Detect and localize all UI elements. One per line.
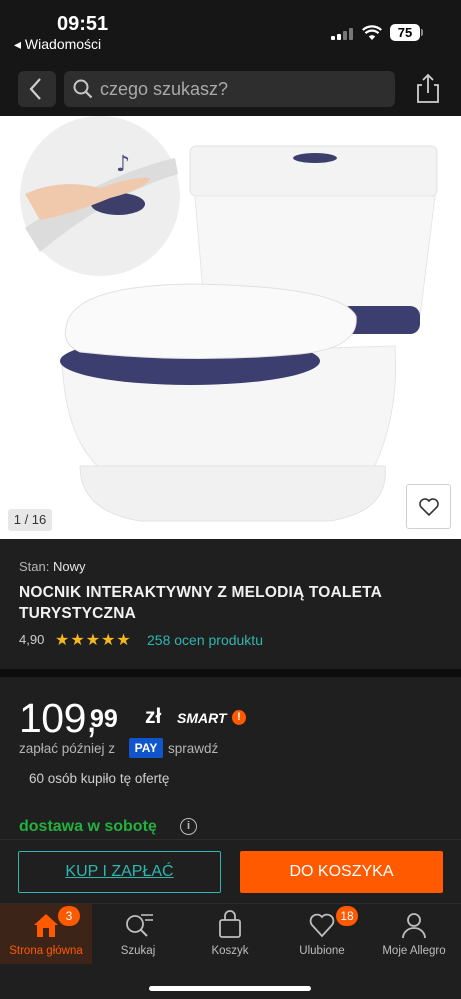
pay-later-text: zapłać później z xyxy=(19,741,116,756)
reviews-link[interactable]: 258 ocen produktu xyxy=(147,632,263,648)
signal-icon xyxy=(331,28,353,40)
battery-tip xyxy=(421,29,423,36)
product-title: NOCNIK INTERAKTYWNY Z MELODIĄ TOALETA TU… xyxy=(19,584,382,622)
condition-label: Stan: xyxy=(19,559,50,574)
tab-home-label: Strona główna xyxy=(9,945,83,957)
battery-indicator: 75 xyxy=(390,24,420,41)
product-image: ♪ xyxy=(20,116,438,522)
tab-account-label: Moje Allegro xyxy=(382,945,446,957)
price-currency: zł xyxy=(145,705,162,728)
tab-search-label: Szukaj xyxy=(120,945,156,957)
tab-search[interactable]: Szukaj xyxy=(92,904,184,964)
home-badge: 3 xyxy=(58,906,80,926)
share-button[interactable] xyxy=(410,70,446,108)
status-time: 09:51 xyxy=(57,13,109,35)
condition-value: Nowy xyxy=(52,559,86,574)
tab-favorites-label: Ulubione xyxy=(299,945,345,957)
back-button[interactable] xyxy=(18,71,56,107)
tab-home[interactable]: 3 Strona główna xyxy=(0,904,92,964)
add-to-cart-button[interactable]: DO KOSZYKA xyxy=(240,851,443,893)
back-to-app-link[interactable]: ◂ Wiadomości xyxy=(14,36,101,53)
section-divider xyxy=(0,669,461,677)
buy-now-button[interactable]: KUP I ZAPŁAĆ xyxy=(18,851,221,893)
delivery-text: dostawa w sobotę xyxy=(19,818,157,835)
tab-cart[interactable]: Koszyk xyxy=(184,904,276,964)
user-icon xyxy=(402,913,426,939)
search-icon xyxy=(73,79,93,99)
add-to-favorites-button[interactable] xyxy=(406,484,451,529)
purchase-actions: KUP I ZAPŁAĆ DO KOSZYKA xyxy=(0,839,461,903)
wifi-icon xyxy=(362,25,382,40)
top-header: czego szukasz? xyxy=(0,58,461,116)
search-input[interactable]: czego szukasz? xyxy=(64,71,395,107)
tab-favorites[interactable]: 18 Ulubione xyxy=(276,904,368,964)
rating-value: 4,90 xyxy=(19,632,45,647)
pay-badge: PAY xyxy=(129,738,163,758)
heart-icon xyxy=(419,498,439,517)
search-list-icon xyxy=(126,914,153,937)
favorites-badge: 18 xyxy=(336,906,358,926)
price-integer: 109, xyxy=(19,695,97,741)
product-image-gallery[interactable]: ♪ 1 / 16 xyxy=(0,116,461,539)
condition: Stan: Nowy xyxy=(19,559,86,574)
share-icon xyxy=(417,73,439,103)
chevron-left-icon xyxy=(29,78,41,100)
home-indicator xyxy=(149,986,311,991)
price-decimal: 99 xyxy=(90,705,118,733)
tab-account[interactable]: Moje Allegro xyxy=(368,904,460,964)
status-bar: 09:51 ◂ Wiadomości 75 xyxy=(0,0,461,58)
smart-badge: SMART xyxy=(177,710,227,726)
smart-info-icon: ! xyxy=(232,710,246,725)
pay-later-check-link[interactable]: sprawdź xyxy=(168,741,218,756)
svg-text:♪: ♪ xyxy=(116,152,130,177)
bottom-tab-bar: 3 Strona główna Szukaj Koszyk 18 Ulubion… xyxy=(0,903,461,999)
delivery-section: dostawa w sobotę i xyxy=(0,801,461,839)
tab-cart-label: Koszyk xyxy=(211,945,249,957)
product-details: Stan: Nowy NOCNIK INTERAKTYWNY Z MELODIĄ… xyxy=(0,539,461,669)
cart-icon xyxy=(219,910,241,938)
purchase-count: 60 osób kupiło tę ofertę xyxy=(29,771,170,786)
heart-icon xyxy=(309,913,335,938)
price-section: 109, 99 zł SMART ! zapłać później z PAY … xyxy=(0,677,461,801)
search-placeholder: czego szukasz? xyxy=(100,79,229,99)
info-icon[interactable]: i xyxy=(180,818,197,835)
rating-stars: ★★★★★ xyxy=(55,632,132,649)
home-icon xyxy=(34,914,58,937)
image-counter: 1 / 16 xyxy=(8,509,52,531)
